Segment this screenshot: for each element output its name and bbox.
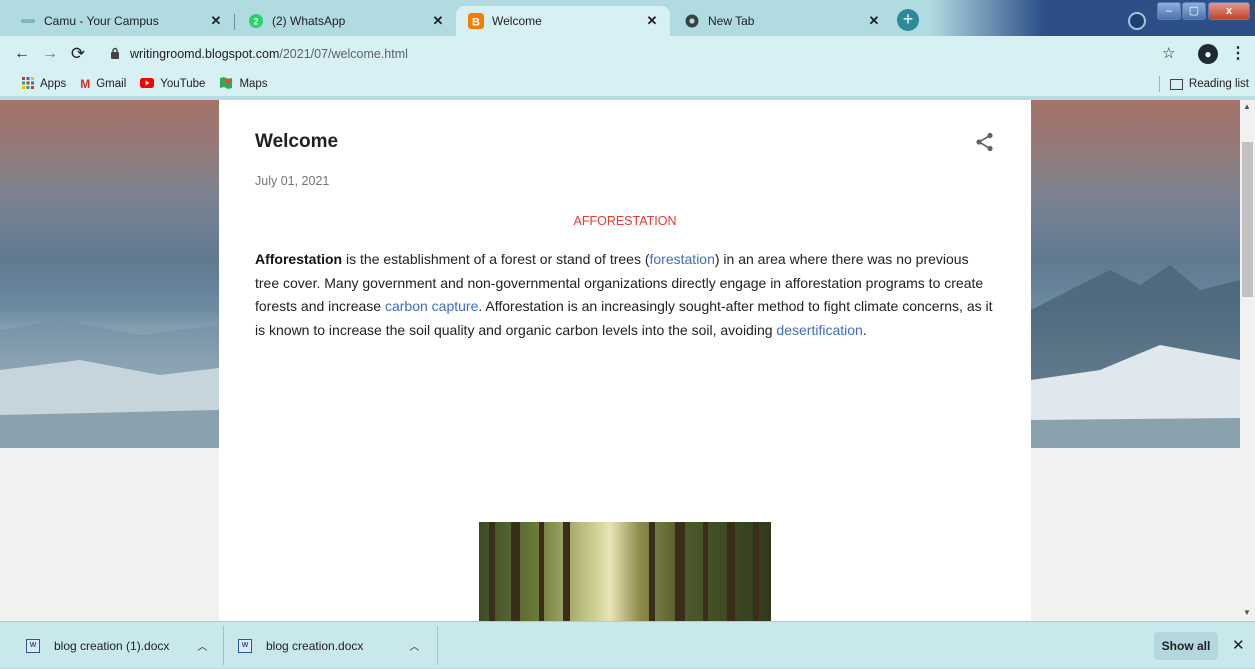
chevron-up-icon[interactable]: ︿ bbox=[197, 638, 207, 653]
download-item[interactable]: W blog creation.docx ︿ bbox=[238, 622, 419, 669]
bookmark-youtube[interactable]: YouTube bbox=[140, 77, 205, 91]
link-forestation[interactable]: forestation bbox=[650, 251, 715, 267]
word-document-icon: W bbox=[26, 638, 40, 653]
tab-camu[interactable]: Camu - Your Campus ✕ bbox=[8, 6, 234, 36]
apps-grid-icon bbox=[22, 76, 34, 92]
svg-text:B: B bbox=[472, 17, 480, 29]
close-icon[interactable]: ✕ bbox=[430, 13, 446, 29]
reload-icon[interactable]: ⟳ bbox=[64, 40, 92, 68]
bookmark-label: Maps bbox=[239, 78, 268, 90]
download-filename: blog creation.docx bbox=[266, 638, 364, 653]
forest-image bbox=[479, 522, 771, 621]
tab-welcome[interactable]: B Welcome ✕ bbox=[456, 6, 670, 36]
youtube-icon bbox=[140, 77, 155, 91]
bookmark-star-icon[interactable]: ☆ bbox=[1162, 44, 1175, 62]
bookmark-maps[interactable]: Maps bbox=[219, 76, 268, 93]
download-filename: blog creation (1).docx bbox=[54, 638, 170, 653]
post-paragraph: Afforestation is the establishment of a … bbox=[255, 248, 995, 342]
blogger-icon: B bbox=[468, 13, 484, 29]
back-icon[interactable]: ← bbox=[8, 40, 36, 68]
blog-post-card: Welcome July 01, 2021 AFFORESTATION Affo… bbox=[219, 100, 1031, 621]
close-download-bar-icon[interactable]: ✕ bbox=[1232, 636, 1245, 654]
forward-icon[interactable]: → bbox=[36, 40, 64, 68]
lock-icon[interactable] bbox=[108, 47, 122, 62]
page-viewport: Welcome July 01, 2021 AFFORESTATION Affo… bbox=[0, 100, 1240, 621]
address-bar[interactable]: writingroomd.blogspot.com/2021/07/welcom… bbox=[108, 42, 1198, 66]
tab-title: Welcome bbox=[492, 14, 542, 28]
whatsapp-icon: 2 bbox=[248, 13, 264, 29]
minimize-button[interactable]: – bbox=[1157, 2, 1181, 20]
gmail-icon: M bbox=[80, 77, 91, 91]
account-icon[interactable]: ● bbox=[1198, 44, 1218, 64]
maximize-button[interactable]: ▢ bbox=[1182, 2, 1206, 20]
post-title: Welcome bbox=[255, 131, 339, 152]
bookmark-gmail[interactable]: M Gmail bbox=[80, 77, 126, 91]
bookmarks-bar: Apps M Gmail YouTube Maps bbox=[0, 72, 1255, 96]
scrollbar-thumb[interactable] bbox=[1242, 142, 1253, 297]
url-path: /2021/07/welcome.html bbox=[279, 47, 408, 61]
show-all-button[interactable]: Show all bbox=[1154, 632, 1218, 660]
post-subheading: AFFORESTATION bbox=[573, 214, 677, 228]
paragraph-text: is the establishment of a forest or stan… bbox=[342, 251, 650, 267]
link-carbon-capture[interactable]: carbon capture bbox=[385, 298, 478, 314]
download-bar: W blog creation (1).docx ︿ W blog creati… bbox=[0, 621, 1255, 668]
word-document-icon: W bbox=[238, 638, 252, 653]
tab-title: New Tab bbox=[708, 14, 755, 28]
bookmark-label: YouTube bbox=[160, 78, 206, 90]
bookmark-apps[interactable]: Apps bbox=[22, 76, 67, 92]
tab-separator bbox=[234, 14, 235, 30]
url-host: writingroomd.blogspot.com bbox=[130, 47, 280, 61]
bold-term: Afforestation bbox=[255, 251, 343, 267]
download-item[interactable]: W blog creation (1).docx ︿ bbox=[26, 622, 207, 669]
window-close-button[interactable]: x bbox=[1208, 2, 1250, 20]
menu-kebab-icon[interactable]: ⋮ bbox=[1230, 43, 1246, 63]
new-tab-button[interactable]: + bbox=[897, 9, 919, 31]
reading-list-button[interactable]: Reading list bbox=[1158, 76, 1249, 92]
download-divider bbox=[437, 626, 438, 665]
bookmarks-divider bbox=[1158, 76, 1160, 92]
svg-text:2: 2 bbox=[253, 17, 258, 27]
tab-title: (2) WhatsApp bbox=[272, 14, 346, 28]
paragraph-text: . bbox=[862, 321, 867, 338]
close-icon[interactable]: ✕ bbox=[208, 13, 224, 29]
link-desertification[interactable]: desertification bbox=[776, 322, 862, 338]
reading-list-label: Reading list bbox=[1188, 78, 1249, 90]
share-icon[interactable] bbox=[975, 132, 995, 155]
reading-list-icon bbox=[1169, 78, 1183, 90]
post-date: July 01, 2021 bbox=[255, 174, 330, 188]
tab-new-tab[interactable]: New Tab ✕ bbox=[672, 6, 892, 36]
scroll-up-icon[interactable]: ▲ bbox=[1243, 102, 1251, 111]
tab-strip: Camu - Your Campus ✕ 2 (2) WhatsApp ✕ B … bbox=[0, 0, 1255, 36]
close-icon[interactable]: ✕ bbox=[644, 13, 660, 29]
camu-icon bbox=[20, 13, 36, 29]
close-icon[interactable]: ✕ bbox=[866, 13, 882, 29]
vertical-scrollbar[interactable]: ▲ ▼ bbox=[1240, 100, 1255, 621]
tab-whatsapp[interactable]: 2 (2) WhatsApp ✕ bbox=[236, 6, 456, 36]
tab-title: Camu - Your Campus bbox=[44, 14, 159, 28]
chevron-up-icon[interactable]: ︿ bbox=[409, 638, 419, 653]
title-bar bbox=[930, 0, 1255, 36]
bookmark-label: Apps bbox=[40, 78, 67, 90]
download-divider bbox=[223, 626, 224, 665]
profile-icon[interactable] bbox=[1128, 12, 1146, 30]
maps-icon bbox=[219, 76, 233, 93]
bookmark-label: Gmail bbox=[96, 78, 127, 90]
scroll-down-icon[interactable]: ▼ bbox=[1243, 608, 1251, 617]
chrome-icon bbox=[684, 13, 700, 29]
